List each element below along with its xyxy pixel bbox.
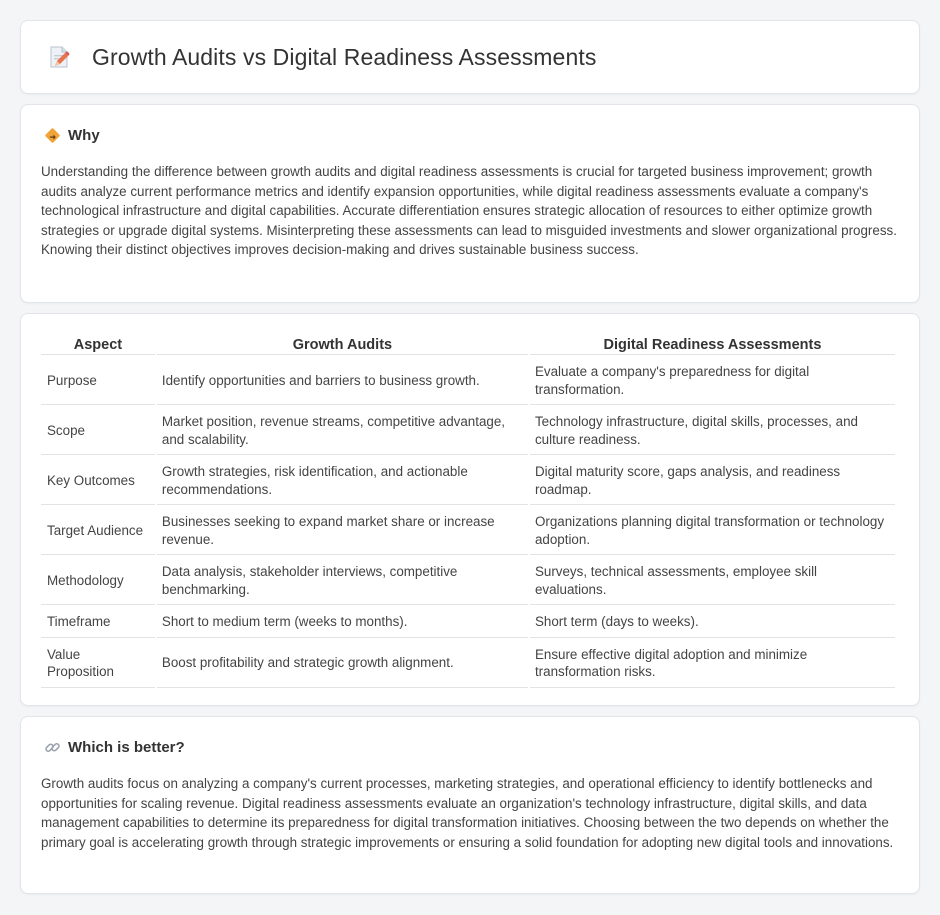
header-growth-audits: Growth Audits [156, 334, 528, 355]
growth-audit-cell: Data analysis, stakeholder interviews, c… [156, 557, 528, 605]
table-row: Value Proposition Boost profitability an… [41, 640, 895, 688]
better-heading: Which is better? [68, 739, 185, 756]
better-text: Growth audits focus on analyzing a compa… [41, 776, 894, 850]
digital-readiness-cell: Evaluate a company's preparedness for di… [529, 357, 895, 405]
better-heading-row: Which is better? [41, 739, 899, 756]
digital-readiness-cell: Surveys, technical assessments, employee… [529, 557, 895, 605]
table-row: Methodology Data analysis, stakeholder i… [41, 557, 895, 605]
table-row: Key Outcomes Growth strategies, risk ide… [41, 457, 895, 505]
diamond-sign-icon [44, 127, 61, 144]
digital-readiness-cell: Organizations planning digital transform… [529, 507, 895, 555]
table-row: Purpose Identify opportunities and barri… [41, 357, 895, 405]
aspect-cell: Target Audience [41, 507, 155, 555]
header-aspect: Aspect [41, 334, 155, 355]
growth-audit-cell: Boost profitability and strategic growth… [156, 640, 528, 688]
table-row: Target Audience Businesses seeking to ex… [41, 507, 895, 555]
table-row: Timeframe Short to medium term (weeks to… [41, 607, 895, 638]
digital-readiness-cell: Digital maturity score, gaps analysis, a… [529, 457, 895, 505]
why-section: Why Understanding the difference between… [20, 104, 920, 303]
aspect-cell: Value Proposition [41, 640, 155, 688]
digital-readiness-cell: Short term (days to weeks). [529, 607, 895, 638]
comparison-section: Aspect Growth Audits Digital Readiness A… [20, 313, 920, 706]
aspect-cell: Key Outcomes [41, 457, 155, 505]
table-header-row: Aspect Growth Audits Digital Readiness A… [41, 334, 895, 355]
aspect-cell: Methodology [41, 557, 155, 605]
aspect-cell: Timeframe [41, 607, 155, 638]
aspect-cell: Scope [41, 407, 155, 455]
header-digital-readiness: Digital Readiness Assessments [529, 334, 895, 355]
growth-audit-cell: Identify opportunities and barriers to b… [156, 357, 528, 405]
page-title: Growth Audits vs Digital Readiness Asses… [92, 43, 597, 70]
link-icon [44, 739, 61, 756]
which-is-better-section: Which is better? Growth audits focus on … [20, 716, 920, 894]
digital-readiness-cell: Ensure effective digital adoption and mi… [529, 640, 895, 688]
growth-audit-cell: Market position, revenue streams, compet… [156, 407, 528, 455]
comparison-table: Aspect Growth Audits Digital Readiness A… [39, 332, 897, 690]
growth-audit-cell: Short to medium term (weeks to months). [156, 607, 528, 638]
title-card: Growth Audits vs Digital Readiness Asses… [20, 20, 920, 94]
aspect-cell: Purpose [41, 357, 155, 405]
document-pencil-icon [46, 44, 72, 70]
table-row: Scope Market position, revenue streams, … [41, 407, 895, 455]
why-heading-row: Why [41, 127, 899, 144]
digital-readiness-cell: Technology infrastructure, digital skill… [529, 407, 895, 455]
why-text: Understanding the difference between gro… [41, 164, 897, 257]
growth-audit-cell: Growth strategies, risk identification, … [156, 457, 528, 505]
why-heading: Why [68, 127, 100, 144]
growth-audit-cell: Businesses seeking to expand market shar… [156, 507, 528, 555]
